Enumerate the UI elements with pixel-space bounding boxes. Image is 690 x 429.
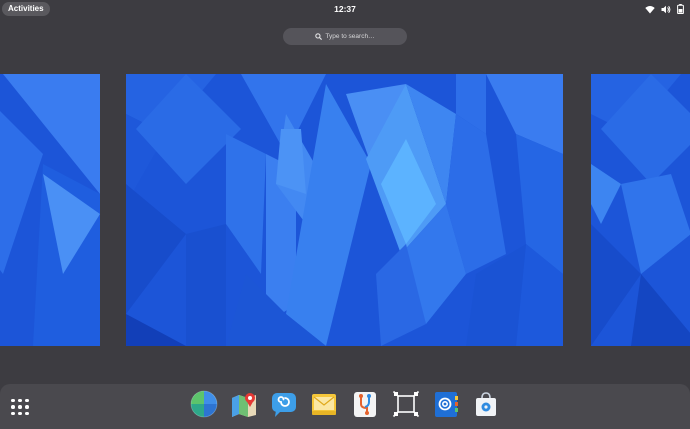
dash — [0, 384, 690, 429]
app-grid-icon[interactable] — [9, 396, 31, 418]
web-browser-launcher[interactable] — [190, 390, 218, 418]
frame-icon — [392, 390, 420, 418]
system-tray[interactable] — [645, 3, 684, 15]
clock[interactable]: 12:37 — [0, 3, 690, 15]
workspace-next[interactable] — [591, 74, 690, 346]
workspace-previous[interactable] — [0, 74, 100, 346]
wallpaper — [591, 74, 690, 346]
app-builder-launcher[interactable] — [392, 390, 420, 418]
chat-bubble-icon — [272, 393, 296, 417]
version-control-launcher[interactable] — [351, 390, 379, 418]
map-icon — [232, 393, 256, 417]
chat-launcher[interactable] — [270, 390, 298, 418]
top-bar: Activities 12:37 — [0, 0, 690, 18]
address-book-icon — [435, 392, 458, 417]
network-wireless-icon — [645, 5, 655, 13]
shopping-bag-icon — [476, 392, 496, 416]
search-entry[interactable]: Type to search… — [283, 28, 407, 45]
battery-icon — [677, 4, 684, 14]
wallpaper — [126, 74, 563, 346]
wallpaper — [0, 74, 100, 346]
maps-launcher[interactable] — [230, 390, 258, 418]
contacts-launcher[interactable] — [432, 390, 460, 418]
workspace-current[interactable] — [126, 74, 563, 346]
software-store-launcher[interactable] — [472, 390, 500, 418]
search-placeholder: Type to search… — [325, 33, 375, 40]
audio-volume-icon — [661, 5, 671, 13]
globe-icon — [190, 390, 218, 418]
envelope-icon — [312, 394, 336, 415]
mail-launcher[interactable] — [310, 390, 338, 418]
search-icon — [315, 33, 323, 40]
git-branch-icon — [354, 392, 376, 417]
